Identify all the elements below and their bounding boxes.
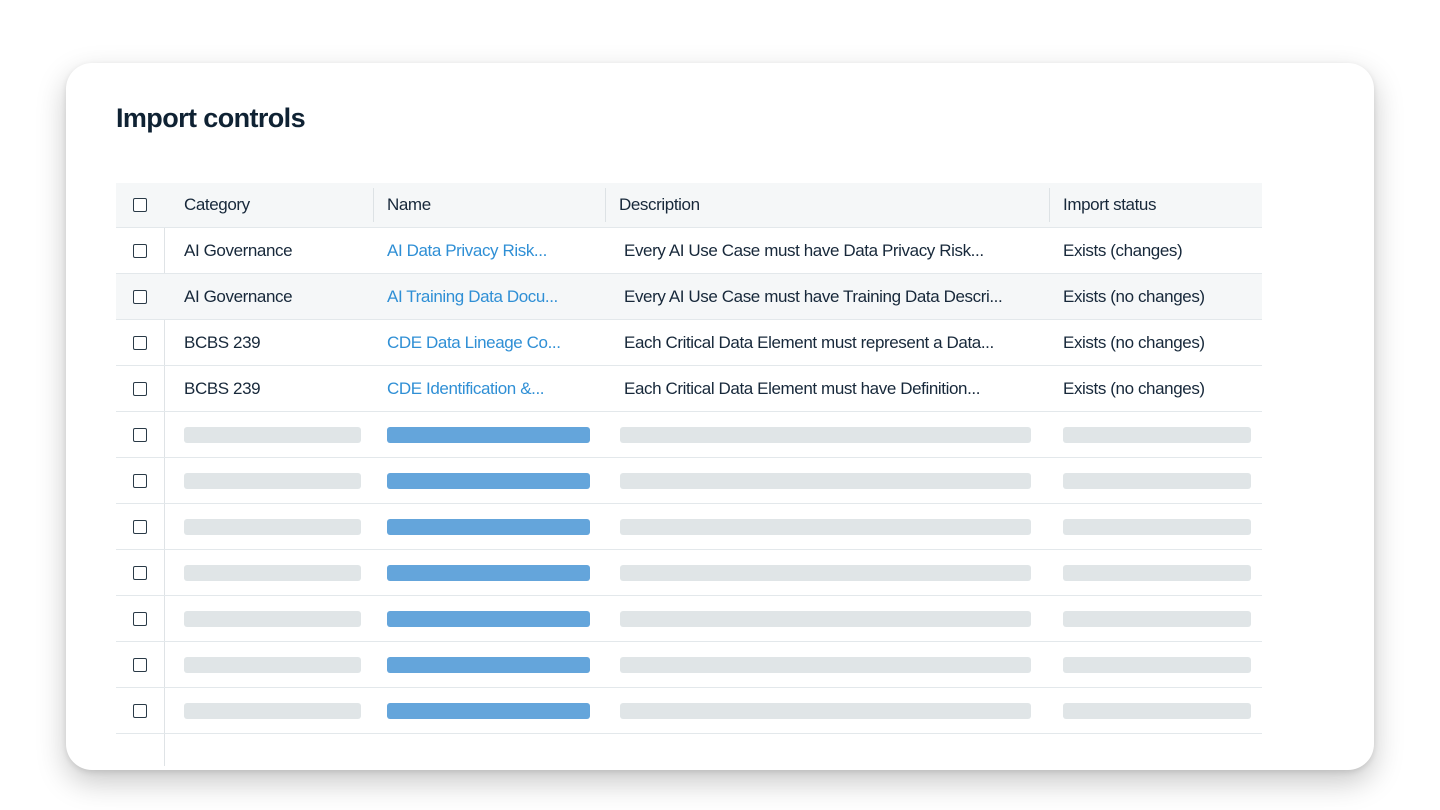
table-row[interactable]: BCBS 239 CDE Identification &... Each Cr… (116, 366, 1262, 412)
table-header: Category Name Description Import status (116, 183, 1262, 228)
row-description: Each Critical Data Element must have Def… (624, 378, 981, 398)
placeholder-row (116, 412, 1262, 458)
checkbox-unchecked-icon[interactable] (133, 565, 147, 580)
row-description: Every AI Use Case must have Data Privacy… (624, 240, 984, 260)
row-import-status: Exists (changes) (1063, 240, 1183, 260)
status-placeholder (1063, 611, 1251, 627)
row-name-link[interactable]: AI Data Privacy Risk... (387, 228, 547, 273)
header-import-status[interactable]: Import status (1063, 183, 1156, 227)
row-select-cell[interactable] (116, 550, 164, 595)
row-category: BCBS 239 (184, 378, 261, 398)
checkbox-unchecked-icon[interactable] (133, 473, 147, 488)
name-placeholder (387, 565, 590, 581)
checkbox-unchecked-icon[interactable] (133, 381, 147, 396)
placeholder-row (116, 504, 1262, 550)
placeholder-row (116, 596, 1262, 642)
row-select-cell[interactable] (116, 596, 164, 641)
status-placeholder (1063, 519, 1251, 535)
row-description: Each Critical Data Element must represen… (624, 332, 994, 352)
category-placeholder (184, 657, 361, 673)
row-import-status: Exists (no changes) (1063, 378, 1205, 398)
status-placeholder (1063, 657, 1251, 673)
header-divider[interactable] (1049, 188, 1050, 222)
status-placeholder (1063, 427, 1251, 443)
row-name-link[interactable]: CDE Data Lineage Co... (387, 320, 561, 365)
description-placeholder (620, 473, 1031, 489)
description-placeholder (620, 657, 1031, 673)
name-placeholder (387, 519, 590, 535)
header-divider[interactable] (605, 188, 606, 222)
checkbox-unchecked-icon[interactable] (133, 335, 147, 350)
select-all-cell[interactable] (116, 183, 164, 227)
name-placeholder (387, 427, 590, 443)
name-placeholder (387, 611, 590, 627)
placeholder-row (116, 458, 1262, 504)
row-select-cell[interactable] (116, 366, 164, 411)
row-import-status: Exists (no changes) (1063, 286, 1205, 306)
row-category: AI Governance (184, 240, 293, 260)
row-category: BCBS 239 (184, 332, 261, 352)
name-placeholder (387, 473, 590, 489)
header-divider[interactable] (373, 188, 374, 222)
row-select-cell[interactable] (116, 228, 164, 273)
description-placeholder (620, 427, 1031, 443)
import-controls-card: Import controls Category Name Descriptio… (66, 63, 1374, 770)
status-placeholder (1063, 565, 1251, 581)
category-placeholder (184, 611, 361, 627)
loading-rows (116, 412, 1262, 734)
checkbox-unchecked-icon[interactable] (133, 519, 147, 534)
row-category: AI Governance (184, 286, 293, 306)
status-placeholder (1063, 703, 1251, 719)
checkbox-unchecked-icon[interactable] (133, 703, 147, 718)
category-placeholder (184, 703, 361, 719)
description-placeholder (620, 611, 1031, 627)
table-row[interactable]: AI Governance AI Data Privacy Risk... Ev… (116, 228, 1262, 274)
placeholder-row (116, 642, 1262, 688)
row-select-cell[interactable] (116, 274, 164, 319)
row-name-link[interactable]: CDE Identification &... (387, 366, 545, 411)
description-placeholder (620, 565, 1031, 581)
name-placeholder (387, 657, 590, 673)
row-select-cell[interactable] (116, 642, 164, 687)
checkbox-unchecked-icon[interactable] (133, 657, 147, 672)
checkbox-unchecked-icon[interactable] (133, 427, 147, 442)
row-select-cell[interactable] (116, 320, 164, 365)
row-description: Every AI Use Case must have Training Dat… (624, 286, 1003, 306)
header-description[interactable]: Description (619, 183, 700, 227)
description-placeholder (620, 703, 1031, 719)
select-all-checkbox-icon[interactable] (133, 198, 147, 212)
row-import-status: Exists (no changes) (1063, 332, 1205, 352)
header-category[interactable]: Category (184, 183, 250, 227)
header-name[interactable]: Name (387, 183, 431, 227)
checkbox-unchecked-icon[interactable] (133, 611, 147, 626)
controls-table: Category Name Description Import status … (116, 183, 1262, 766)
category-placeholder (184, 565, 361, 581)
row-select-cell[interactable] (116, 504, 164, 549)
row-select-cell[interactable] (116, 688, 164, 733)
row-select-cell[interactable] (116, 458, 164, 503)
row-select-cell[interactable] (116, 412, 164, 457)
table-row[interactable]: AI Governance AI Training Data Docu... E… (116, 274, 1262, 320)
checkbox-unchecked-icon[interactable] (133, 289, 147, 304)
table-row[interactable]: BCBS 239 CDE Data Lineage Co... Each Cri… (116, 320, 1262, 366)
category-placeholder (184, 473, 361, 489)
name-placeholder (387, 703, 590, 719)
category-placeholder (184, 519, 361, 535)
description-placeholder (620, 519, 1031, 535)
category-placeholder (184, 427, 361, 443)
row-name-link[interactable]: AI Training Data Docu... (387, 274, 558, 319)
placeholder-row (116, 550, 1262, 596)
placeholder-row (116, 688, 1262, 734)
checkbox-unchecked-icon[interactable] (133, 243, 147, 258)
page-title: Import controls (116, 103, 306, 133)
status-placeholder (1063, 473, 1251, 489)
